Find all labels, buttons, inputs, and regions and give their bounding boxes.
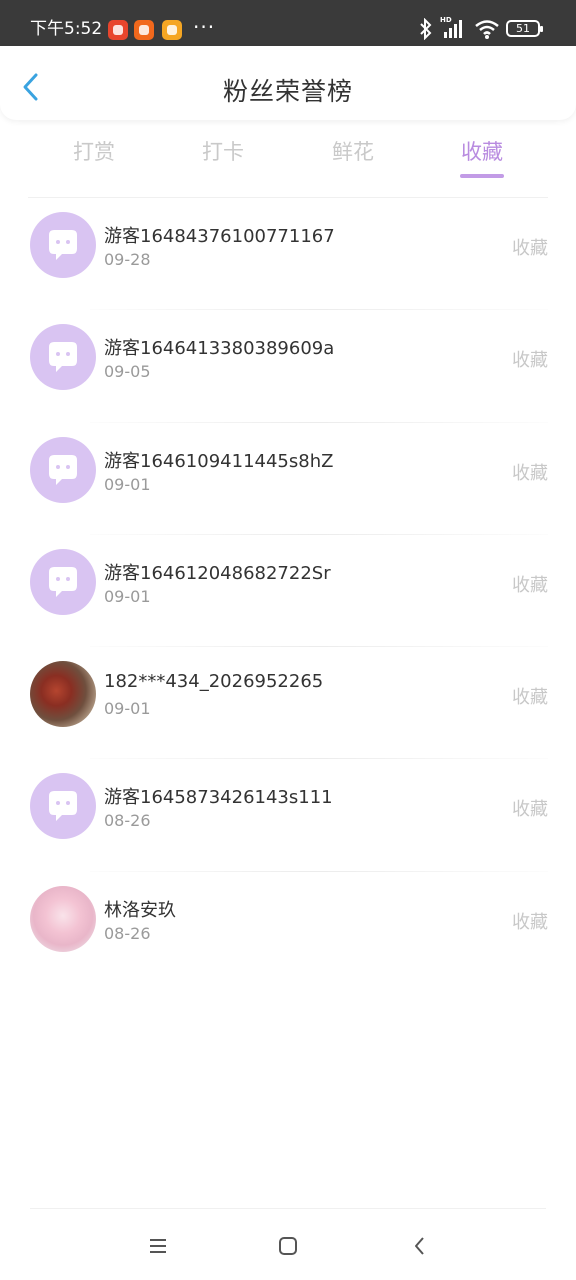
list-item[interactable]: 游客164612048682722Sr 09-01 收藏: [0, 535, 576, 648]
fan-action: 收藏: [512, 350, 548, 372]
list-item[interactable]: 182***434_2026952265 09-01 收藏: [0, 647, 576, 760]
tab-bar: 打赏 打卡 鲜花 收藏: [28, 122, 548, 198]
menu-button[interactable]: [146, 1234, 170, 1258]
list-item[interactable]: 游客1646413380389609a 09-05 收藏: [0, 310, 576, 423]
fan-date: 08-26: [104, 811, 151, 831]
fan-action: 收藏: [512, 574, 548, 596]
avatar: [30, 548, 96, 615]
page-title: 粉丝荣誉榜: [222, 77, 353, 106]
fan-name: 游客1646109411445s8hZ: [104, 450, 334, 472]
list-item[interactable]: 游客1646109411445s8hZ 09-01 收藏: [0, 423, 576, 535]
fan-action: 收藏: [512, 911, 548, 933]
bluetooth-icon: [418, 17, 434, 44]
fan-date: 08-26: [104, 923, 151, 943]
status-time: 下午5:52: [30, 19, 103, 39]
avatar: [30, 212, 96, 278]
nav-divider: [30, 1208, 546, 1209]
chat-bubble-icon: [49, 230, 77, 260]
battery-icon: 51: [506, 20, 543, 37]
fan-name: 游客1646413380389609a: [104, 338, 335, 360]
fan-name: 游客164612048682722Sr: [104, 562, 331, 584]
fan-list: 游客16484376100771167 09-28 收藏 游客164641338…: [0, 198, 576, 984]
fan-name: 林洛安玖: [104, 899, 176, 921]
fan-date: 09-01: [104, 699, 151, 719]
fan-action: 收藏: [512, 462, 548, 484]
chat-bubble-icon: [49, 791, 77, 822]
notification-app-icon: [108, 20, 128, 40]
fan-action: 收藏: [512, 799, 548, 821]
tab-checkin[interactable]: 打卡: [168, 136, 278, 166]
fan-date: 09-01: [104, 586, 151, 606]
system-back-button[interactable]: [408, 1234, 432, 1258]
notification-app-icon: [134, 20, 154, 40]
list-item[interactable]: 林洛安玖 08-26 收藏: [0, 872, 576, 984]
notification-app-icon: [162, 20, 182, 40]
tab-flowers[interactable]: 鲜花: [298, 136, 408, 166]
list-item[interactable]: 游客1645873426143s111 08-26 收藏: [0, 759, 576, 872]
avatar: [30, 436, 96, 503]
chat-bubble-icon: [49, 342, 77, 373]
fan-date: 09-05: [104, 362, 151, 382]
fan-date: 09-01: [104, 474, 151, 494]
fan-name: 游客1645873426143s111: [104, 787, 333, 809]
avatar: [30, 324, 96, 391]
tab-tips[interactable]: 打赏: [39, 136, 149, 166]
fan-date: 09-28: [104, 250, 151, 269]
fan-action: 收藏: [512, 238, 548, 259]
system-nav-bar: [0, 1220, 576, 1270]
home-button[interactable]: [276, 1234, 300, 1258]
menu-icon: [150, 1239, 166, 1253]
chevron-left-icon: [415, 1237, 424, 1255]
chat-bubble-icon: [49, 566, 77, 597]
list-item[interactable]: 游客16484376100771167 09-28 收藏: [0, 198, 576, 311]
fan-action: 收藏: [512, 687, 548, 709]
status-bar: 下午5:52 ··· HD 51: [0, 0, 576, 46]
more-notifications-icon: ···: [193, 15, 216, 39]
signal-icon: [440, 18, 468, 44]
fan-name: 182***434_2026952265: [104, 671, 324, 693]
avatar: [30, 885, 96, 952]
fan-name: 游客16484376100771167: [104, 226, 335, 247]
square-home-icon: [279, 1237, 297, 1255]
page-header: 粉丝荣誉榜: [0, 46, 576, 120]
wifi-icon: [474, 18, 500, 44]
active-tab-indicator: [460, 174, 504, 178]
chat-bubble-icon: [49, 454, 77, 485]
avatar: [30, 773, 96, 840]
tab-favorites[interactable]: 收藏: [427, 136, 537, 166]
avatar: [30, 661, 96, 728]
